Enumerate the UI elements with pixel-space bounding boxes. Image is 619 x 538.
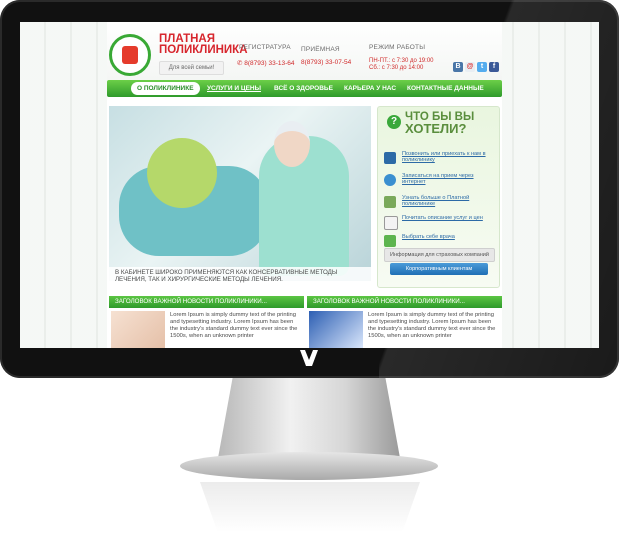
building-icon (384, 196, 396, 208)
brand-line-2: ПОЛИКЛИНИКА (159, 44, 248, 56)
brand-name: ПЛАТНАЯ ПОЛИКЛИНИКА (159, 33, 248, 56)
monitor-base (180, 452, 438, 480)
site-header: ПЛАТНАЯ ПОЛИКЛИНИКА Для всей семьи! РЕГИ… (107, 22, 502, 80)
patient (147, 138, 217, 208)
news-text: Lorem Ipsum is simply dummy text of the … (368, 312, 496, 340)
facebook-icon[interactable]: f (489, 62, 499, 72)
working-hours: ПН-ПТ.: с 7:30 до 19:00 Сб.: с 7:30 до 1… (369, 58, 439, 72)
panel-item-appointment-text: Записаться на прием через интернет (402, 173, 474, 186)
news-heading[interactable]: ЗАГОЛОВОК ВАЖНОЙ НОВОСТИ ПОЛИКЛИНИКИ... (109, 296, 304, 308)
panel-item-prices-text: Почитать описание услуг и цен (402, 215, 483, 221)
insurance-info-button[interactable]: Информация для страховых компаний (384, 248, 495, 262)
news-item: ЗАГОЛОВОК ВАЖНОЙ НОВОСТИ ПОЛИКЛИНИКИ... … (307, 296, 502, 348)
panel-title: ЧТО БЫ ВЫ ХОТЕЛИ? (405, 111, 495, 136)
question-icon: ? (387, 115, 401, 129)
nav-item-about[interactable]: О ПОЛИКЛИНИКЕ (131, 82, 200, 95)
hours-saturday: Сб.: с 7:30 до 14:00 (369, 65, 424, 71)
news-item: ЗАГОЛОВОК ВАЖНОЙ НОВОСТИ ПОЛИКЛИНИКИ... … (109, 296, 304, 348)
top-link-hours[interactable]: РЕЖИМ РАБОТЫ (369, 44, 425, 51)
monitor-reflection (200, 482, 420, 532)
nav-item-services[interactable]: УСЛУГИ И ЦЕНЫ (207, 80, 261, 97)
clinic-logo-mark (122, 46, 138, 64)
top-link-registry[interactable]: РЕГИСТРАТУРА (239, 44, 291, 51)
nav-item-contacts[interactable]: КОНТАКТНЫЕ ДАННЫЕ (407, 80, 484, 97)
doctor-icon (384, 235, 396, 247)
screen: ПЛАТНАЯ ПОЛИКЛИНИКА Для всей семьи! РЕГИ… (20, 22, 599, 348)
phone-number-2[interactable]: 8(8793) 33-07-54 (301, 59, 351, 66)
hero-caption: В КАБИНЕТЕ ШИРОКО ПРИМЕНЯЮТСЯ КАК КОНСЕР… (109, 267, 371, 289)
hero-image (109, 106, 371, 281)
panel-item-doctor-text: Выбрать себе врача (402, 234, 455, 240)
panel-item-call-text: Позвонить или приехать к нам в поликлини… (402, 151, 486, 164)
vk-icon[interactable]: B (453, 62, 463, 72)
monitor: ПЛАТНАЯ ПОЛИКЛИНИКА Для всей семьи! РЕГИ… (0, 0, 619, 378)
panel-item-call[interactable]: Позвонить или приехать к нам в поликлини… (384, 151, 496, 169)
tagline: Для всей семьи! (159, 61, 224, 75)
phone-number-1-text: 8(8793) 33-13-64 (244, 60, 295, 67)
doctor-head (274, 121, 310, 167)
news-thumbnail[interactable] (309, 311, 363, 348)
news-text: Lorem Ipsum is simply dummy text of the … (170, 312, 298, 340)
news-thumbnail[interactable] (111, 311, 165, 348)
clinic-logo[interactable] (109, 34, 151, 76)
globe-icon (384, 174, 396, 186)
phone-number-1[interactable]: ✆ 8(8793) 33-13-64 (237, 59, 295, 67)
monitor-brand-logo (300, 350, 318, 366)
document-icon (384, 216, 398, 230)
hours-weekdays: ПН-ПТ.: с 7:30 до 19:00 (369, 58, 434, 64)
panel-item-about[interactable]: Узнать больше о Платной поликлинике (384, 195, 496, 213)
what-would-you-like-panel: ? ЧТО БЫ ВЫ ХОТЕЛИ? Позвонить или приеха… (377, 106, 500, 288)
gmail-icon[interactable]: @ (465, 62, 475, 72)
nav-item-health[interactable]: ВСЁ О ЗДОРОВЬЕ (274, 80, 333, 97)
main-navigation: О ПОЛИКЛИНИКЕ УСЛУГИ И ЦЕНЫ ВСЁ О ЗДОРОВ… (107, 80, 502, 97)
monitor-stand (218, 378, 400, 458)
twitter-icon[interactable]: t (477, 62, 487, 72)
panel-item-prices[interactable]: Почитать описание услуг и цен (384, 215, 496, 233)
panel-item-appointment[interactable]: Записаться на прием через интернет (384, 173, 496, 191)
corporate-clients-button[interactable]: Корпоративным клиентам (390, 263, 488, 275)
phone-icon (384, 152, 396, 164)
panel-item-about-text: Узнать больше о Платной поликлинике (402, 195, 470, 208)
nav-item-career[interactable]: КАРЬЕРА У НАС (344, 80, 396, 97)
news-heading[interactable]: ЗАГОЛОВОК ВАЖНОЙ НОВОСТИ ПОЛИКЛИНИКИ... (307, 296, 502, 308)
website: ПЛАТНАЯ ПОЛИКЛИНИКА Для всей семьи! РЕГИ… (107, 22, 502, 348)
panel-title-line-2: ХОТЕЛИ? (405, 121, 467, 136)
top-link-reception[interactable]: ПРИЁМНАЯ (301, 46, 340, 53)
